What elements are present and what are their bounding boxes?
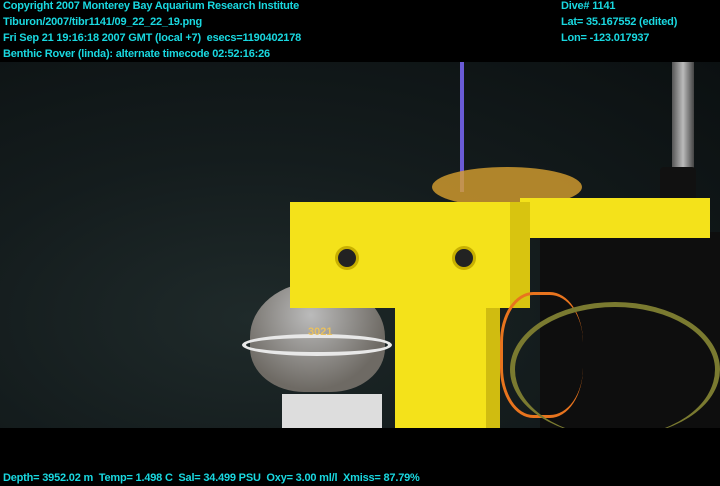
yellow-post — [395, 308, 500, 428]
dive-number: Dive# 1141 — [561, 0, 616, 12]
file-path-text: Tiburon/2007/tibr1141/09_22_22_19.png — [3, 16, 203, 28]
yellow-crossbar — [520, 198, 710, 238]
longitude: Lon= -123.017937 — [561, 32, 650, 44]
instrument-pole — [672, 62, 694, 172]
white-box — [282, 394, 382, 428]
green-cable — [510, 302, 720, 428]
latitude: Lat= 35.167552 (edited) — [561, 16, 678, 28]
yellow-housing — [290, 202, 530, 308]
housing-hole-right — [452, 246, 476, 270]
video-frame: 3021 Copyright 2007 Monterey Bay Aquariu… — [0, 0, 720, 486]
timecode-text: Benthic Rover (linda): alternate timecod… — [3, 48, 270, 60]
sensor-readout: Depth= 3952.02 m Temp= 1.498 C Sal= 34.4… — [3, 472, 420, 484]
housing-hole-left — [335, 246, 359, 270]
copyright-text: Copyright 2007 Monterey Bay Aquarium Res… — [3, 0, 300, 12]
sphere-label: 3021 — [308, 326, 333, 338]
datetime-text: Fri Sep 21 19:16:18 2007 GMT (local +7) … — [3, 32, 302, 44]
underwater-scene: 3021 — [0, 62, 720, 428]
